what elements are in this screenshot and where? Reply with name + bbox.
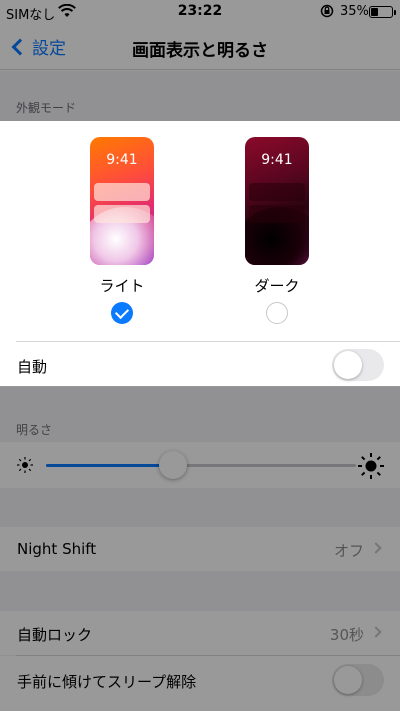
night-shift-row[interactable]: Night Shift オフ: [0, 527, 400, 571]
auto-appearance-label: 自動: [17, 358, 48, 376]
rotation-lock-icon: [320, 4, 334, 22]
brightness-section-header: 明るさ: [16, 423, 53, 437]
auto-appearance-row: 自動: [0, 343, 400, 387]
raise-to-wake-row: 手前に傾けてスリープ解除: [0, 656, 400, 711]
status-bar: SIMなし 23:22 35%: [0, 0, 400, 24]
night-shift-label: Night Shift: [17, 540, 97, 558]
auto-appearance-toggle[interactable]: [332, 349, 384, 381]
night-shift-value: オフ: [333, 542, 364, 560]
dark-mode-radio[interactable]: [266, 302, 288, 324]
dark-preview-time: 9:41: [261, 152, 293, 168]
divider: [16, 341, 400, 342]
brightness-slider-thumb[interactable]: [159, 451, 187, 479]
light-mode-radio[interactable]: [111, 302, 133, 324]
battery-percent: 35%: [340, 4, 369, 19]
page-title: 画面表示と明るさ: [132, 41, 268, 61]
raise-to-wake-toggle[interactable]: [332, 664, 384, 696]
chevron-right-icon: [370, 626, 382, 638]
dark-mode-preview[interactable]: 9:41: [245, 137, 309, 265]
dark-preview-notification: [249, 183, 305, 201]
appearance-section-header: 外観モード: [16, 101, 77, 115]
light-preview-time: 9:41: [106, 152, 138, 168]
dark-preview-notification: [249, 205, 305, 223]
light-mode-label[interactable]: ライト: [72, 275, 172, 296]
dark-mode-label[interactable]: ダーク: [227, 275, 327, 296]
navigation-bar: 設定 画面表示と明るさ: [0, 24, 400, 70]
brightness-slider-fill: [46, 464, 173, 467]
auto-lock-label: 自動ロック: [17, 626, 93, 644]
light-preview-notification: [94, 205, 150, 223]
light-preview-notification: [94, 183, 150, 201]
chevron-right-icon: [370, 542, 382, 554]
sun-large-icon: [357, 452, 385, 484]
raise-to-wake-label: 手前に傾けてスリープ解除: [17, 673, 197, 691]
light-mode-preview[interactable]: 9:41: [90, 137, 154, 265]
toggle-knob: [334, 351, 362, 379]
brightness-row: [0, 442, 400, 488]
toggle-knob: [334, 666, 362, 694]
sun-small-icon: [16, 456, 34, 478]
auto-lock-row[interactable]: 自動ロック 30秒: [0, 611, 400, 655]
battery-icon: [369, 6, 396, 18]
auto-lock-value: 30秒: [329, 626, 364, 644]
